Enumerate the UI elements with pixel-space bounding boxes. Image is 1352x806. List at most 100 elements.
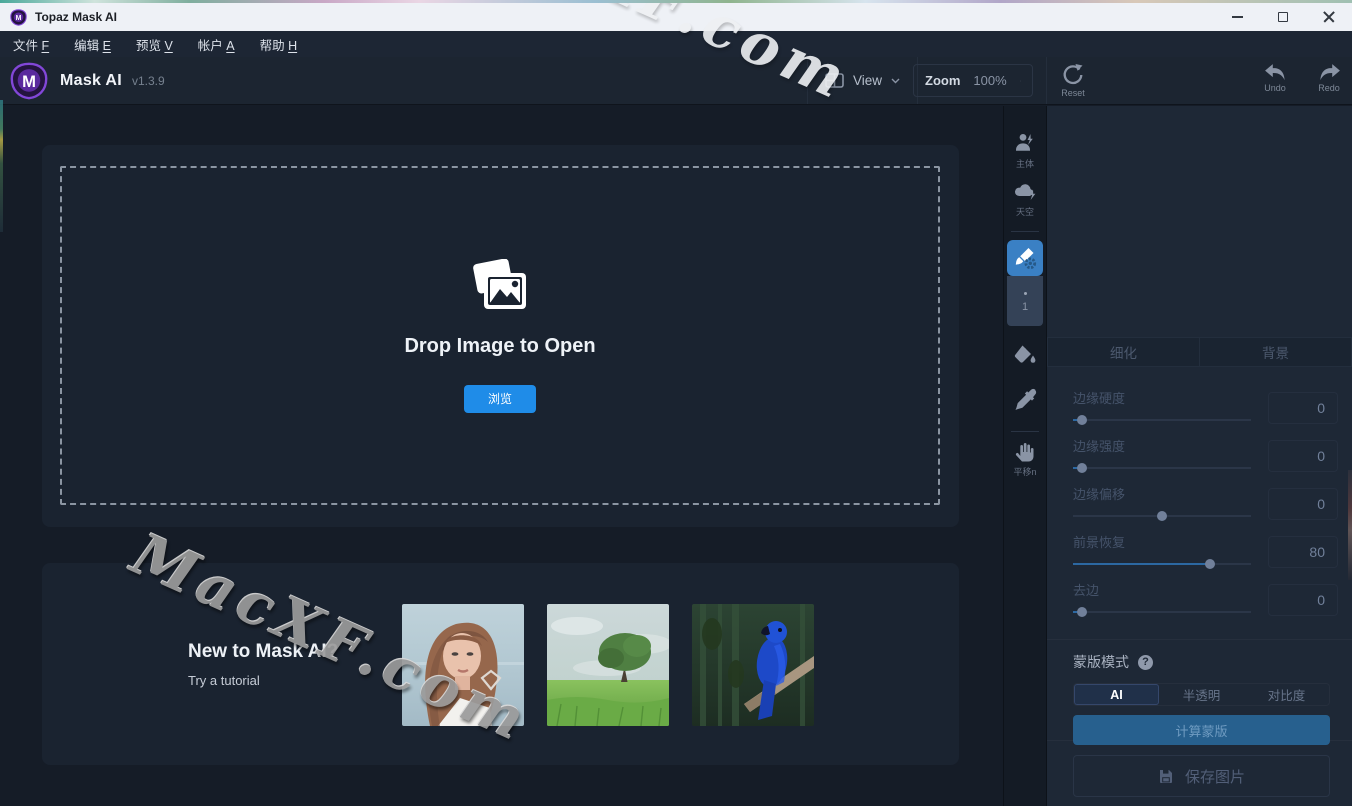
menu-item[interactable]: 预览 V	[136, 35, 173, 54]
app-name: Mask AI	[60, 72, 122, 90]
app-logo-icon: M	[10, 9, 27, 26]
pan-tool[interactable]: 平移n	[1013, 440, 1036, 478]
tab-refine[interactable]: 细化	[1047, 337, 1200, 367]
mask-mode-option-对比度[interactable]: 对比度	[1244, 684, 1329, 705]
slider-label: 边缘强度	[1073, 436, 1251, 455]
view-dropdown[interactable]: View	[807, 57, 918, 104]
brush-gear-icon	[1013, 246, 1037, 270]
paint-bucket-icon	[1013, 343, 1037, 366]
portrait-image	[402, 604, 524, 726]
slider-label: 边缘硬度	[1073, 388, 1251, 407]
eyedropper-tool[interactable]	[1014, 388, 1037, 411]
redo-button[interactable]: Redo	[1307, 63, 1351, 93]
tutorial-thumbnails	[402, 604, 814, 726]
slider-value[interactable]: 80	[1268, 536, 1338, 568]
fill-tool[interactable]	[1013, 343, 1037, 366]
tab-background[interactable]: 背景	[1200, 337, 1352, 367]
slider-thumb[interactable]	[1205, 559, 1215, 569]
slider-label: 边缘偏移	[1073, 484, 1251, 503]
pan-tool-label: 平移n	[1013, 465, 1036, 478]
slider-thumb[interactable]	[1077, 415, 1087, 425]
redo-label: Redo	[1318, 83, 1340, 93]
panel-preview-area	[1047, 106, 1352, 337]
mask-mode-label: 蒙版模式	[1073, 652, 1129, 672]
drop-title: Drop Image to Open	[404, 335, 595, 358]
eyedropper-icon	[1014, 388, 1037, 411]
drop-zone[interactable]: Drop Image to Open 浏览	[60, 166, 940, 505]
maximize-button[interactable]	[1260, 3, 1306, 31]
slider-thumb[interactable]	[1157, 511, 1167, 521]
slider-row: 边缘偏移 0	[1073, 484, 1338, 523]
mask-mode-option-半透明[interactable]: 半透明	[1159, 684, 1244, 705]
tool-column: 主体 天空 1 平移n	[1003, 106, 1047, 806]
close-icon	[1323, 11, 1335, 23]
toolbar-divider	[1011, 231, 1039, 232]
undo-label: Undo	[1264, 83, 1286, 93]
browse-button[interactable]: 浏览	[464, 385, 536, 413]
mask-mode-option-AI[interactable]: AI	[1074, 684, 1159, 705]
zoom-dropdown[interactable]: Zoom 100%	[913, 64, 1033, 97]
subject-tool[interactable]: 主体	[1013, 132, 1037, 170]
brush-size-dot	[1024, 292, 1027, 295]
slider-track[interactable]	[1073, 611, 1251, 613]
zoom-label: Zoom	[925, 73, 960, 88]
chevron-down-icon	[1020, 78, 1021, 84]
slider-row: 前景恢复80	[1073, 532, 1338, 571]
tutorial-thumb-parrot[interactable]	[692, 604, 814, 726]
brush-size-value: 1	[1022, 301, 1028, 313]
slider-track[interactable]	[1073, 419, 1251, 421]
tree-image	[547, 604, 669, 726]
menu-item[interactable]: 编辑 E	[74, 35, 111, 54]
subject-tool-label: 主体	[1016, 157, 1034, 170]
app-header: M Mask AI v1.3.9 View Zoom 100% Reset	[0, 57, 1352, 105]
slider-thumb[interactable]	[1077, 463, 1087, 473]
slider-track[interactable]	[1073, 467, 1251, 469]
view-grid-icon	[825, 73, 844, 88]
menu-item[interactable]: 帐户 A	[198, 35, 235, 54]
cloud-bolt-icon	[1013, 180, 1037, 203]
slider-fill	[1073, 563, 1210, 565]
slider-label: 去边	[1073, 580, 1251, 599]
header-divider	[1046, 57, 1047, 104]
right-panel: 细化 背景 边缘硬度 0 边缘强度 0 边缘偏移 0 前景恢复80 去边 0 蒙版模式 ? AI…	[1047, 106, 1352, 806]
save-image-button[interactable]: 保存图片	[1073, 755, 1330, 797]
compute-mask-button[interactable]: 计算蒙版	[1073, 715, 1330, 745]
brush-size-indicator[interactable]: 1	[1007, 276, 1043, 326]
mask-mode-segmented: AI半透明对比度	[1073, 683, 1330, 706]
reset-button[interactable]: Reset	[1051, 63, 1095, 98]
help-icon[interactable]: ?	[1138, 655, 1153, 670]
minimize-button[interactable]	[1214, 3, 1260, 31]
slider-section: 边缘硬度 0 边缘强度 0 边缘偏移 0 前景恢复80 去边 0	[1047, 367, 1352, 640]
maximize-icon	[1278, 12, 1288, 22]
menu-item[interactable]: 文件 F	[13, 35, 49, 54]
menu-item[interactable]: 帮助 H	[260, 35, 298, 54]
slider-thumb[interactable]	[1077, 607, 1087, 617]
brush-tool-selected[interactable]	[1007, 240, 1043, 276]
slider-row: 边缘强度 0	[1073, 436, 1338, 475]
window-title: Topaz Mask AI	[35, 10, 117, 24]
slider-track[interactable]	[1073, 515, 1251, 517]
image-stack-icon	[463, 259, 537, 319]
chevron-down-icon	[891, 78, 900, 84]
tutorial-thumb-tree[interactable]	[547, 604, 669, 726]
slider-row: 去边 0	[1073, 580, 1338, 619]
slider-value[interactable]: 0	[1268, 488, 1338, 520]
slider-value[interactable]: 0	[1268, 440, 1338, 472]
sky-tool[interactable]: 天空	[1013, 180, 1037, 218]
slider-track[interactable]	[1073, 563, 1251, 565]
close-button[interactable]	[1306, 3, 1352, 31]
desktop-edge-left	[0, 100, 3, 232]
tutorial-subheading[interactable]: Try a tutorial	[188, 673, 338, 688]
parrot-image	[692, 604, 814, 726]
undo-button[interactable]: Undo	[1253, 63, 1297, 93]
slider-value[interactable]: 0	[1268, 584, 1338, 616]
zoom-value: 100%	[973, 73, 1006, 88]
title-bar: M Topaz Mask AI	[0, 3, 1352, 31]
app-version: v1.3.9	[132, 74, 165, 88]
tutorial-thumb-portrait[interactable]	[402, 604, 524, 726]
slider-value[interactable]: 0	[1268, 392, 1338, 424]
menu-bar: 文件 F 编辑 E 预览 V 帐户 A 帮助 H	[0, 31, 1352, 57]
save-image-label: 保存图片	[1185, 766, 1245, 787]
tutorial-panel: New to Mask AI? Try a tutorial	[42, 563, 959, 765]
slider-row: 边缘硬度 0	[1073, 388, 1338, 427]
